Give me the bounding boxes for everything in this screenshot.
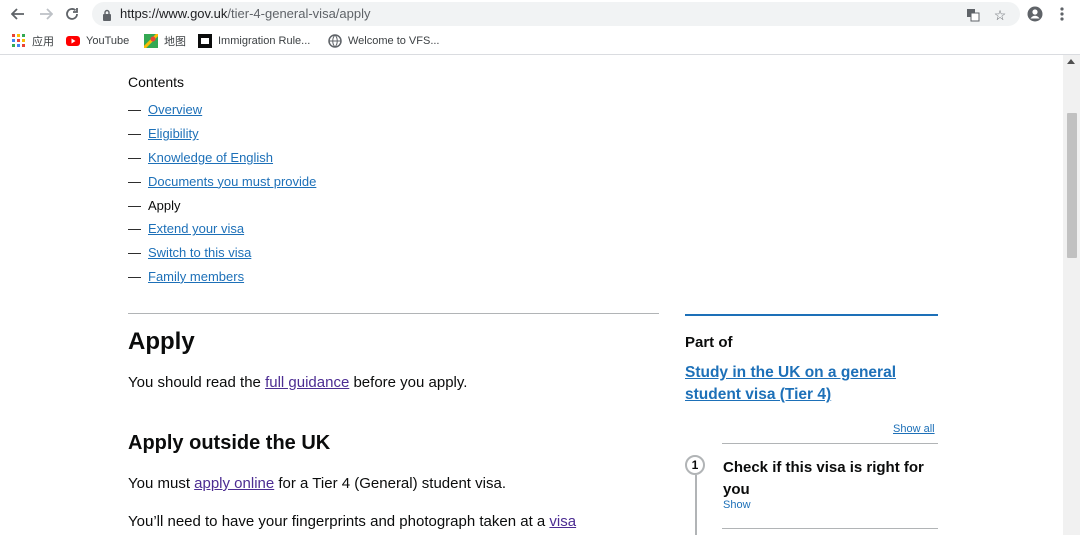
text: for a Tier 4 (General) student visa. [274,475,506,492]
contents-item: — Overview [128,98,316,122]
contents-link-eligibility[interactable]: Eligibility [148,126,199,141]
reload-icon[interactable] [62,4,82,24]
menu-kebab-icon[interactable] [1052,4,1072,24]
contents-link-documents[interactable]: Documents you must provide [148,174,316,189]
show-all-link[interactable]: Show all [893,423,935,435]
contents-item: — Family members [128,265,316,289]
contents-link-overview[interactable]: Overview [148,102,202,117]
fingerprints-paragraph: You’ll need to have your fingerprints an… [128,513,576,530]
dash: — [128,197,141,213]
contents-item: — Apply [128,193,316,217]
dash: — [128,245,141,261]
contents-item: — Eligibility [128,122,316,146]
contents-item: — Extend your visa [128,217,316,241]
contents-link-extend[interactable]: Extend your visa [148,221,244,236]
bookmark-label: YouTube [86,35,130,47]
page-title: Apply [128,328,195,355]
contents-current-apply: Apply [148,197,181,213]
show-all-wrapper: Show all [893,423,935,435]
text: before you apply. [349,374,468,391]
apply-online-link[interactable]: apply online [194,475,274,492]
dash: — [128,173,141,189]
scroll-up-arrow-icon[interactable] [1067,59,1075,64]
dash: — [128,102,141,118]
step-title[interactable]: Check if this visa is right for you [723,457,933,501]
text: You’ll need to have your fingerprints an… [128,513,550,530]
visa-centre-link[interactable]: visa [549,513,576,530]
contents-item: — Knowledge of English [128,146,316,170]
dash: — [128,221,141,237]
section-divider [128,313,659,314]
url-text: https://www.gov.uk/tier-4-general-visa/a… [120,6,371,21]
step-number-circle: 1 [685,455,705,475]
text: You must [128,475,195,492]
contents-item: — Switch to this visa [128,241,316,265]
immigration-favicon-icon [198,34,212,48]
bookmark-apps[interactable]: 应用 [12,33,54,49]
step-by-step-title: Study in the UK on a general student vis… [685,362,925,406]
page-scrollbar[interactable] [1063,55,1080,535]
bookmark-maps[interactable]: 地图 [142,32,186,50]
part-of-heading: Part of [685,334,733,351]
step-divider [722,528,938,529]
address-bar[interactable]: https://www.gov.uk/tier-4-general-visa/a… [92,2,1020,26]
url-host: https://www.gov.uk [120,6,228,21]
bookmark-label: Immigration Rule... [218,35,311,47]
contents-heading: Contents [128,74,185,90]
url-path: /tier-4-general-visa/apply [227,6,371,21]
contents-list: — Overview — Eligibility — Knowledge of Eng… [128,98,316,288]
bookmark-label: 应用 [32,36,54,48]
maps-icon [142,32,160,50]
bookmark-label: 地图 [164,36,186,48]
back-arrow-icon[interactable] [8,4,28,24]
bookmark-label: Welcome to VFS... [348,35,440,47]
scroll-thumb[interactable] [1067,113,1077,258]
contents-link-knowledge-of-english[interactable]: Knowledge of English [148,150,273,165]
step-divider [722,443,938,444]
section-heading: Apply outside the UK [128,432,331,454]
contents-link-switch[interactable]: Switch to this visa [148,245,251,260]
translate-icon[interactable] [964,6,982,24]
dash: — [128,149,141,165]
globe-icon [328,34,342,48]
lock-icon [102,8,112,26]
series-link[interactable]: Study in the UK on a general student vis… [685,364,896,403]
sidebar-top-rule [685,314,938,316]
intro-paragraph: You should read the full guidance before… [128,374,467,391]
account-icon[interactable] [1025,4,1045,24]
dash: — [128,126,141,142]
bookmark-youtube[interactable]: YouTube [66,33,129,49]
bookmark-star-icon[interactable]: ☆ [991,6,1009,24]
bookmark-immigration-rules[interactable]: Immigration Rule... [198,33,310,49]
bookmarks-bar: 应用 YouTube 地图 Immigration Rule... Welcom… [0,28,1080,55]
dash: — [128,268,141,284]
contents-link-family[interactable]: Family members [148,269,244,284]
forward-arrow-icon[interactable] [36,4,56,24]
apps-grid-icon [12,34,26,48]
apply-paragraph: You must apply online for a Tier 4 (Gene… [128,475,506,492]
text: You should read the [128,374,266,391]
browser-toolbar: https://www.gov.uk/tier-4-general-visa/a… [0,0,1080,28]
full-guidance-link[interactable]: full guidance [265,374,349,391]
youtube-icon [66,34,80,48]
step-show-toggle[interactable]: Show [723,499,751,511]
step-connector-line [695,475,697,535]
contents-item: — Documents you must provide [128,169,316,193]
bookmark-vfs[interactable]: Welcome to VFS... [328,33,440,49]
